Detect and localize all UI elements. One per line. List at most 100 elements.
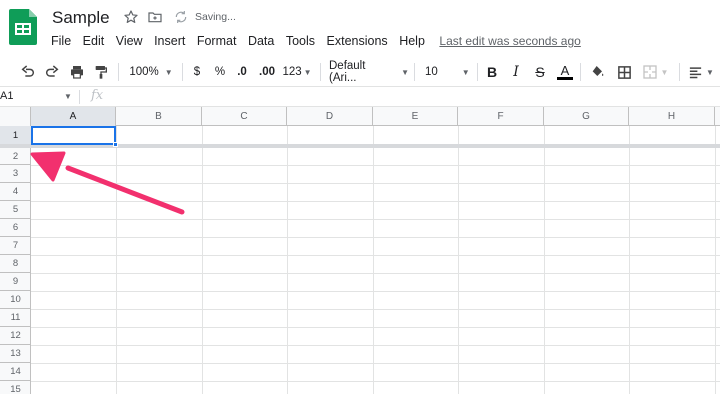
sync-icon <box>173 9 191 27</box>
spreadsheet-grid[interactable]: A B C D E F G H 1 2 3 4 5 6 7 8 9 10 11 … <box>0 107 720 394</box>
last-edit-link[interactable]: Last edit was seconds ago <box>439 34 580 48</box>
gridline <box>31 219 720 220</box>
gridline <box>31 363 720 364</box>
row-header-11[interactable]: 11 <box>0 309 31 327</box>
row-header-12[interactable]: 12 <box>0 327 31 345</box>
zoom-select[interactable]: 100% ▼ <box>127 62 175 82</box>
save-status: Saving... <box>195 11 236 23</box>
row-header-14[interactable]: 14 <box>0 363 31 381</box>
percent-label: % <box>214 66 226 78</box>
print-icon[interactable] <box>67 62 87 82</box>
column-header-f[interactable]: F <box>458 107 544 126</box>
font-family-value: Default (Ari... <box>329 60 366 84</box>
formula-bar-divider <box>79 90 80 104</box>
row-header-10[interactable]: 10 <box>0 291 31 309</box>
column-header-d[interactable]: D <box>287 107 373 126</box>
undo-icon[interactable] <box>18 62 38 82</box>
row-header-9[interactable]: 9 <box>0 273 31 291</box>
increase-decimal-button[interactable]: .00 <box>256 62 278 82</box>
gridline <box>31 327 720 328</box>
menu-view[interactable]: View <box>116 34 143 48</box>
select-all-corner[interactable] <box>0 107 31 126</box>
column-header-a[interactable]: A <box>31 107 116 126</box>
menu-help[interactable]: Help <box>399 34 425 48</box>
row-header-7[interactable]: 7 <box>0 237 31 255</box>
gridline <box>31 165 720 166</box>
borders-icon[interactable] <box>615 62 633 82</box>
column-header-e[interactable]: E <box>373 107 458 126</box>
font-size-select[interactable]: 10 ▼ <box>425 62 471 82</box>
decrease-decimal-button[interactable]: .0 <box>232 62 252 82</box>
gridline <box>31 183 720 184</box>
fill-handle[interactable] <box>113 142 118 147</box>
column-header-c[interactable]: C <box>202 107 287 126</box>
more-formats-button[interactable]: 123 ▼ <box>282 62 312 82</box>
row-header-3[interactable]: 3 <box>0 165 31 183</box>
menu-insert[interactable]: Insert <box>154 34 185 48</box>
gridline <box>629 126 630 394</box>
percent-format-button[interactable]: % <box>213 62 227 82</box>
row-header-2[interactable]: 2 <box>0 148 31 165</box>
column-header-g[interactable]: G <box>544 107 629 126</box>
gridline <box>31 381 720 382</box>
row-header-4[interactable]: 4 <box>0 183 31 201</box>
increase-decimal-label: .00 <box>259 66 275 78</box>
redo-icon[interactable] <box>42 62 62 82</box>
currency-format-button[interactable]: $ <box>190 62 204 82</box>
more-formats-label: 123 <box>282 66 302 78</box>
currency-label: $ <box>193 66 201 78</box>
gridline <box>31 273 720 274</box>
chevron-down-icon: ▼ <box>461 67 470 77</box>
fill-color-icon[interactable] <box>589 62 607 82</box>
row-header-column: 1 2 3 4 5 6 7 8 9 10 11 12 13 14 15 <box>0 126 31 394</box>
align-icon[interactable]: ▼ <box>686 62 716 82</box>
move-folder-icon[interactable] <box>147 9 165 27</box>
paint-format-icon[interactable] <box>91 62 111 82</box>
gridline <box>31 237 720 238</box>
document-title[interactable]: Sample <box>52 8 110 28</box>
strikethrough-icon[interactable]: S <box>531 62 549 82</box>
menu-file[interactable]: File <box>51 34 71 48</box>
row-header-8[interactable]: 8 <box>0 255 31 273</box>
chevron-down-icon: ▼ <box>401 67 409 77</box>
formula-bar: A1 ▼ fx <box>0 86 720 107</box>
gridline <box>31 255 720 256</box>
column-header-row: A B C D E F G H <box>0 107 720 126</box>
font-size-value: 10 <box>425 66 438 78</box>
menu-format[interactable]: Format <box>197 34 237 48</box>
gridline <box>31 345 720 346</box>
star-icon[interactable] <box>123 9 141 27</box>
font-family-select[interactable]: Default (Ari... ▼ <box>329 60 409 84</box>
menu-data[interactable]: Data <box>248 34 274 48</box>
gridline <box>116 126 117 394</box>
sheets-logo-icon[interactable] <box>9 9 37 45</box>
gridline <box>31 309 720 310</box>
menu-edit[interactable]: Edit <box>83 34 105 48</box>
chevron-down-icon: ▼ <box>660 67 669 77</box>
column-header-b[interactable]: B <box>116 107 202 126</box>
row-header-1[interactable]: 1 <box>0 126 31 145</box>
chevron-down-icon: ▼ <box>164 67 173 77</box>
gridline <box>458 126 459 394</box>
zoom-value: 100% <box>129 66 159 78</box>
menu-extensions[interactable]: Extensions <box>327 34 388 48</box>
fx-icon: fx <box>91 88 104 103</box>
row-header-5[interactable]: 5 <box>0 201 31 219</box>
active-cell-a1[interactable] <box>31 126 116 145</box>
toolbar: 100% ▼ $ % .0 .00 123 ▼ Default (Ari... ▼ 1… <box>0 56 720 86</box>
gridline <box>544 126 545 394</box>
italic-icon[interactable]: I <box>507 62 525 82</box>
chevron-down-icon[interactable]: ▼ <box>64 92 72 101</box>
row-header-13[interactable]: 13 <box>0 345 31 363</box>
merge-cells-icon[interactable]: ▼ <box>640 62 670 82</box>
row-header-6[interactable]: 6 <box>0 219 31 237</box>
column-header-h[interactable]: H <box>629 107 715 126</box>
bold-icon[interactable]: B <box>483 62 501 82</box>
gridline <box>31 291 720 292</box>
menu-tools[interactable]: Tools <box>286 34 315 48</box>
text-color-icon[interactable]: A <box>555 62 575 82</box>
row-header-15[interactable]: 15 <box>0 381 31 394</box>
gridline <box>715 126 716 394</box>
gridline <box>31 201 720 202</box>
name-box[interactable]: A1 <box>0 90 13 102</box>
